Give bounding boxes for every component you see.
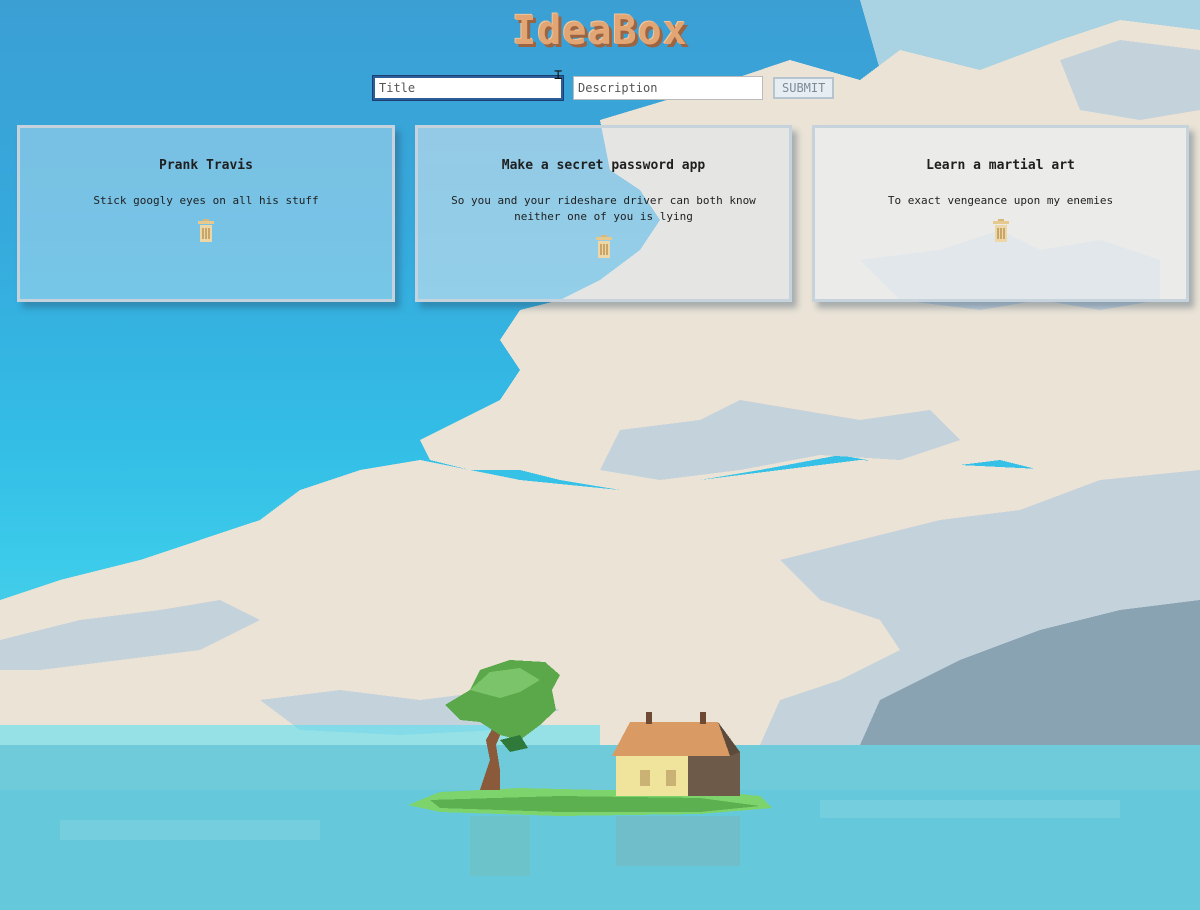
idea-title[interactable]: Make a secret password app [430, 158, 777, 173]
text-cursor-icon: ⌶ [554, 67, 563, 83]
idea-title[interactable]: Prank Travis [32, 158, 380, 173]
idea-card: Learn a martial art To exact vengeance u… [812, 125, 1189, 302]
idea-form: SUBMIT [372, 75, 835, 101]
idea-body[interactable]: So you and your rideshare driver can bot… [430, 193, 777, 225]
app-title: IdeaBox [512, 8, 688, 54]
idea-list: Prank Travis Stick googly eyes on all hi… [17, 125, 1189, 302]
description-input[interactable] [573, 76, 763, 100]
idea-body[interactable]: To exact vengeance upon my enemies [827, 193, 1174, 209]
trash-icon[interactable] [992, 219, 1010, 243]
idea-body[interactable]: Stick googly eyes on all his stuff [32, 193, 380, 209]
title-input[interactable] [372, 75, 564, 101]
idea-title[interactable]: Learn a martial art [827, 158, 1174, 173]
idea-card: Prank Travis Stick googly eyes on all hi… [17, 125, 395, 302]
trash-icon[interactable] [197, 219, 215, 243]
idea-card: Make a secret password app So you and yo… [415, 125, 792, 302]
trash-icon[interactable] [595, 235, 613, 259]
submit-button[interactable]: SUBMIT [773, 77, 835, 99]
